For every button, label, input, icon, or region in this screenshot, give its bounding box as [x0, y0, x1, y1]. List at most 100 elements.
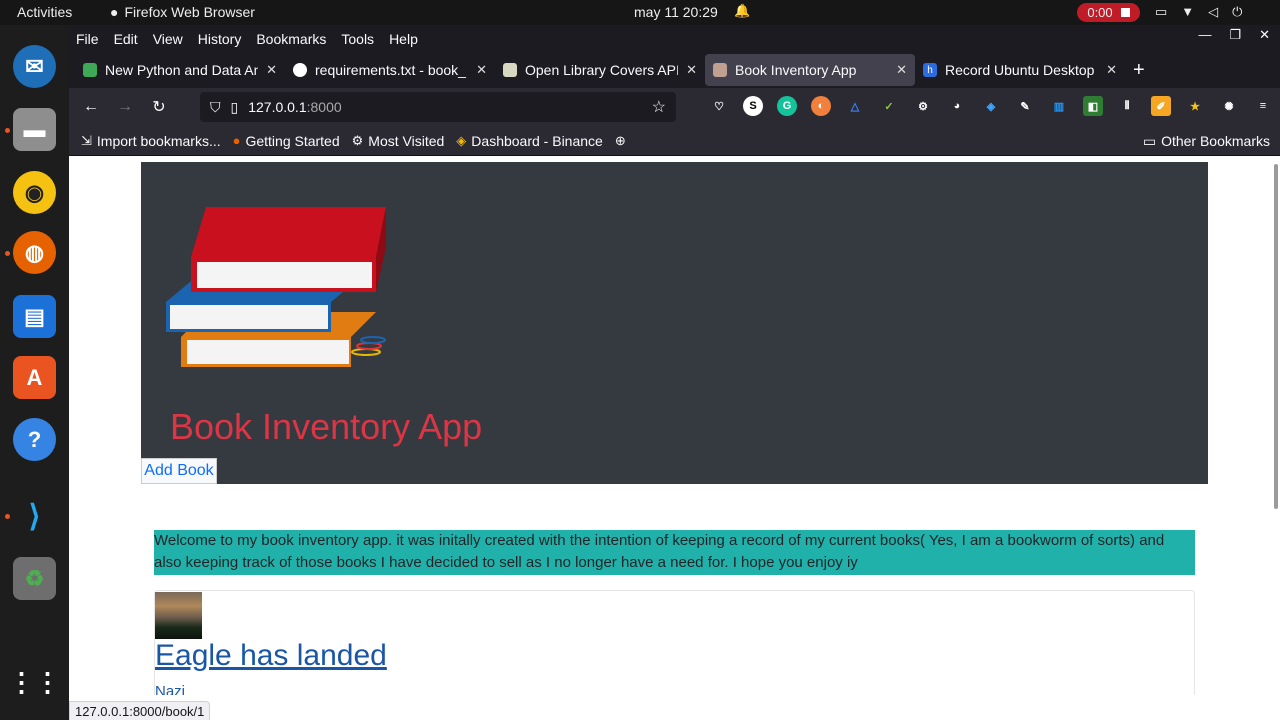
- url-bar[interactable]: ⛉ ▯ 127.0.0.1:8000 ☆: [200, 92, 676, 122]
- forward-icon[interactable]: →: [108, 98, 142, 116]
- tab-python-data[interactable]: New Python and Data An ✕: [75, 54, 285, 86]
- thunderbird-icon[interactable]: ✉: [13, 45, 56, 88]
- system-tray[interactable]: ▭ ▼ ◁ ⏻: [1155, 4, 1242, 20]
- volume-icon: ◁: [1208, 4, 1219, 19]
- gear-extension-icon[interactable]: ⚙: [913, 96, 933, 116]
- bookmark-globe[interactable]: ⊕: [615, 133, 626, 149]
- tab-favicon-icon: [83, 63, 97, 77]
- tab-title: Book Inventory App: [735, 62, 857, 78]
- library-icon[interactable]: ⦀: [1117, 96, 1137, 116]
- trash-icon[interactable]: ♻: [13, 557, 56, 600]
- url-port: :8000: [306, 99, 342, 115]
- menu-file[interactable]: File: [76, 31, 99, 47]
- bookmark-star-icon[interactable]: ☆: [652, 97, 666, 117]
- stop-icon: [1120, 8, 1130, 17]
- other-bookmarks[interactable]: ▭ Other Bookmarks: [1143, 133, 1270, 150]
- green-extension-icon[interactable]: ◧: [1083, 96, 1103, 116]
- triangle-extension-icon[interactable]: △: [845, 96, 865, 116]
- running-indicator: [5, 251, 10, 256]
- folder-icon: ▭: [1142, 133, 1157, 149]
- book-cover-image[interactable]: [155, 592, 202, 639]
- bookmark-binance[interactable]: ◈ Dashboard - Binance: [456, 133, 603, 149]
- layers-extension-icon[interactable]: ◈: [981, 96, 1001, 116]
- add-book-button[interactable]: Add Book: [141, 458, 217, 484]
- book-author-link[interactable]: Nazi: [155, 683, 185, 695]
- pocket-icon[interactable]: ♡: [709, 96, 729, 116]
- bookmark-import[interactable]: ⇲ Import bookmarks...: [81, 133, 221, 149]
- show-applications-icon[interactable]: ⋮⋮: [9, 661, 61, 704]
- dock: ✉ ▬ ◉ ◍ ▤ A ? ⟩ ♻ ⋮⋮: [0, 25, 69, 720]
- running-indicator: [5, 514, 10, 519]
- minimize-icon[interactable]: —: [1198, 27, 1211, 43]
- files-icon[interactable]: ▬: [13, 108, 56, 151]
- tab-favicon-icon: [503, 63, 517, 77]
- bookmark-label: Most Visited: [368, 132, 445, 149]
- bar-chart-extension-icon[interactable]: ▥: [1049, 96, 1069, 116]
- tab-title: Record Ubuntu Desktop: [945, 62, 1095, 78]
- menu-bookmarks[interactable]: Bookmarks: [256, 31, 326, 47]
- tab-favicon-icon: [713, 63, 727, 77]
- firefox-icon: ●: [110, 4, 119, 20]
- activities-button[interactable]: Activities: [17, 4, 72, 20]
- software-center-icon[interactable]: A: [13, 356, 56, 399]
- menu-help[interactable]: Help: [389, 31, 418, 47]
- import-icon: ⇲: [81, 132, 92, 148]
- menu-edit[interactable]: Edit: [114, 31, 138, 47]
- puzzle-extension-icon[interactable]: ◕: [947, 96, 967, 116]
- chart-extension-icon[interactable]: ✓: [879, 96, 899, 116]
- hamburger-menu-icon[interactable]: ≡: [1253, 96, 1273, 116]
- star-extension-icon[interactable]: ★: [1185, 96, 1205, 116]
- app-name-label: Firefox Web Browser: [124, 4, 255, 20]
- pen-extension-icon[interactable]: ✎: [1015, 96, 1035, 116]
- menu-view[interactable]: View: [153, 31, 183, 47]
- back-icon[interactable]: ←: [74, 98, 108, 116]
- page-scrollbar[interactable]: [1274, 164, 1278, 509]
- reload-icon[interactable]: ↻: [142, 97, 176, 117]
- tab-title: Open Library Covers API: [525, 62, 679, 78]
- tab-requirements[interactable]: requirements.txt - book_ ✕: [285, 54, 495, 86]
- close-tab-icon[interactable]: ✕: [896, 62, 907, 78]
- tab-open-library[interactable]: Open Library Covers API ✕: [495, 54, 705, 86]
- grammarly-icon[interactable]: G: [777, 96, 797, 116]
- do-not-disturb-icon: 🔔: [734, 3, 751, 18]
- firefox-dock-icon[interactable]: ◍: [13, 231, 56, 274]
- close-tab-icon[interactable]: ✕: [476, 62, 487, 78]
- tab-favicon-icon: h: [923, 63, 937, 77]
- menu-history[interactable]: History: [198, 31, 242, 47]
- atom-extension-icon[interactable]: ✺: [1219, 96, 1239, 116]
- clock[interactable]: may 11 20:29: [634, 4, 718, 20]
- book-title-link[interactable]: Eagle has landed: [155, 639, 387, 673]
- close-tab-icon[interactable]: ✕: [266, 62, 277, 78]
- orange-extension-icon[interactable]: ◐: [811, 96, 831, 116]
- note-extension-icon[interactable]: ✐: [1151, 96, 1171, 116]
- close-window-icon[interactable]: ✕: [1259, 27, 1270, 43]
- libreoffice-writer-icon[interactable]: ▤: [13, 295, 56, 338]
- new-tab-icon[interactable]: +: [1133, 59, 1145, 82]
- tab-title: requirements.txt - book_: [315, 62, 466, 78]
- maximize-icon[interactable]: ❐: [1229, 27, 1241, 43]
- bookmarks-toolbar: ⇲ Import bookmarks... ● Getting Started ⚙ M…: [69, 126, 1280, 156]
- tab-book-inventory[interactable]: Book Inventory App ✕: [705, 54, 915, 86]
- globe-icon: ⊕: [614, 132, 626, 148]
- tab-record-ubuntu[interactable]: h Record Ubuntu Desktop ✕: [915, 54, 1125, 86]
- screen-recording-indicator[interactable]: 0:00: [1077, 3, 1140, 22]
- tab-bar: New Python and Data An ✕ requirements.tx…: [69, 52, 1280, 88]
- help-icon[interactable]: ?: [13, 418, 56, 461]
- navigation-bar: ← → ↻ ⛉ ▯ 127.0.0.1:8000 ☆ ♡ S G ◐ △ ✓ ⚙…: [69, 88, 1280, 126]
- firefox-small-icon: ●: [232, 133, 241, 148]
- other-bookmarks-label: Other Bookmarks: [1161, 133, 1270, 149]
- app-menu[interactable]: ● Firefox Web Browser: [110, 4, 255, 20]
- menu-tools[interactable]: Tools: [341, 31, 374, 47]
- close-tab-icon[interactable]: ✕: [1106, 62, 1117, 78]
- recording-time: 0:00: [1087, 5, 1113, 20]
- bookmark-getting-started[interactable]: ● Getting Started: [233, 133, 340, 149]
- bookmark-label: Import bookmarks...: [96, 132, 221, 149]
- shield-icon[interactable]: ⛉: [210, 99, 221, 116]
- rhythmbox-icon[interactable]: ◉: [13, 171, 56, 214]
- url-host: 127.0.0.1: [248, 99, 307, 115]
- bookmark-most-visited[interactable]: ⚙ Most Visited: [352, 133, 445, 149]
- vscode-icon[interactable]: ⟩: [13, 495, 56, 538]
- s-extension-icon[interactable]: S: [743, 96, 763, 116]
- close-tab-icon[interactable]: ✕: [686, 62, 697, 78]
- bookmark-label: Getting Started: [245, 132, 340, 149]
